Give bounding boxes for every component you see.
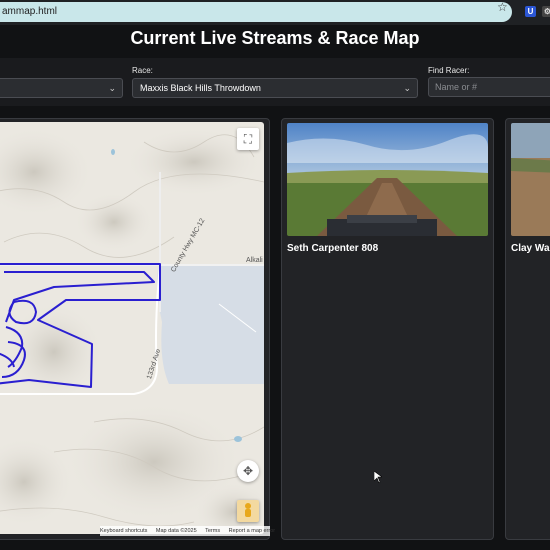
race-map[interactable]: County Hwy MC-12 133rd Ave Alkali ⛶ ✥: [0, 122, 264, 534]
page-title: Current Live Streams & Race Map: [130, 28, 420, 48]
chevron-down-icon: ⌄: [108, 83, 116, 93]
place-label-alkali: Alkali: [246, 257, 263, 264]
category-select[interactable]: ⌄: [0, 78, 123, 98]
star-icon[interactable]: ☆: [497, 0, 508, 14]
map-attribution: Keyboard shortcuts Map data ©2025 Terms …: [100, 526, 275, 536]
map-camera-control-icon[interactable]: ✥: [237, 460, 259, 482]
map-data-text: Map data ©2025: [155, 528, 197, 534]
racer-name: Seth Carpenter 808: [287, 243, 379, 254]
race-label: Race:: [132, 66, 153, 75]
mouse-cursor-icon: [374, 471, 382, 483]
terms-link[interactable]: Terms: [205, 528, 220, 534]
find-racer-label: Find Racer:: [428, 66, 470, 75]
url-text: ammap.html: [2, 6, 58, 17]
chevron-down-icon: ⌄: [403, 83, 411, 93]
racer-name: Clay Walk: [511, 243, 550, 254]
keyboard-shortcuts-link[interactable]: Keyboard shortcuts: [100, 528, 147, 534]
pegman-streetview-icon[interactable]: [237, 500, 259, 522]
report-error-link[interactable]: Report a map error: [229, 528, 275, 534]
stream-video-thumbnail[interactable]: [287, 123, 488, 236]
address-bar[interactable]: ammap.html: [0, 2, 512, 22]
race-select-value: Maxxis Black Hills Throwdown: [140, 83, 261, 93]
browser-toolbar: ammap.html ☆ U ⚙: [0, 0, 550, 25]
stream-video-thumbnail[interactable]: [511, 123, 550, 236]
fullscreen-icon[interactable]: ⛶: [237, 128, 259, 150]
race-select[interactable]: Maxxis Black Hills Throwdown ⌄: [132, 78, 418, 98]
extensions-puzzle-icon[interactable]: ⚙: [542, 6, 550, 17]
find-racer-input[interactable]: [428, 77, 550, 97]
extension-icon[interactable]: U: [525, 6, 536, 17]
